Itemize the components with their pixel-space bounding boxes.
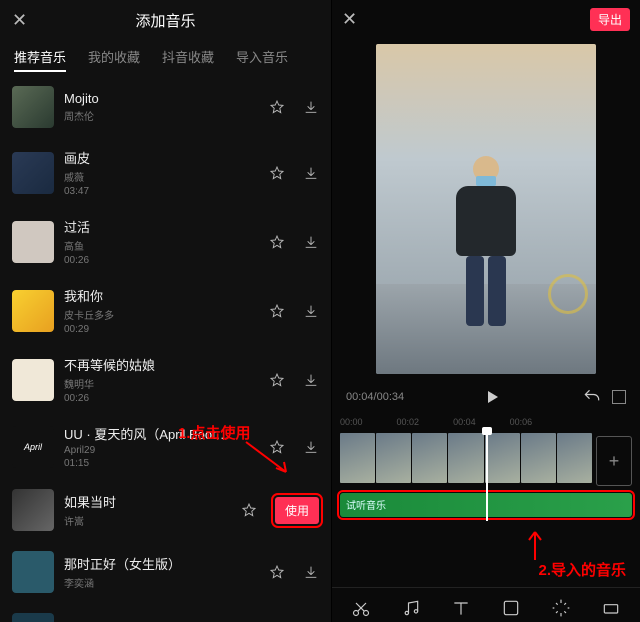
track-meta: 我和你皮卡丘多多 00:29 (64, 286, 269, 335)
editor-panel: ✕ 导出 00:04/00:34 00:00 00:02 00:04 00:06 (332, 0, 640, 622)
track-duration: 00:26 (64, 393, 269, 404)
track-row[interactable]: April UU · 夏天的风（April Boot… April29 01:15 (0, 414, 331, 479)
track-list: Mojito 周杰伦画皮戚薇 03:47 过活高鱼 00:26 我和你皮卡丘多多 00:29… (0, 76, 331, 622)
download-icon[interactable] (303, 439, 319, 455)
download-icon[interactable] (303, 564, 319, 580)
tab-recommended[interactable]: 推荐音乐 (14, 47, 66, 72)
panel-title: 添加音乐 (30, 10, 301, 31)
star-icon[interactable] (269, 439, 285, 455)
star-icon[interactable] (241, 502, 257, 518)
track-cover (12, 86, 54, 128)
download-icon[interactable] (303, 165, 319, 181)
preview-area (332, 39, 640, 379)
track-row[interactable]: 一千零一次我爱你 (0, 603, 331, 622)
tab-douyin-fav[interactable]: 抖音收藏 (162, 47, 214, 72)
bottom-toolbar (332, 587, 640, 622)
track-artist: 皮卡丘多多 (64, 307, 269, 322)
track-title: 不再等候的姑娘 (64, 355, 269, 374)
track-row[interactable]: 不再等候的姑娘魏明华 00:26 (0, 345, 331, 414)
track-cover (12, 152, 54, 194)
playback-bar: 00:04/00:34 (332, 379, 640, 415)
track-meta: 过活高鱼 00:26 (64, 217, 269, 266)
star-icon[interactable] (269, 303, 285, 319)
music-panel: ✕ 添加音乐 推荐音乐 我的收藏 抖音收藏 导入音乐 Mojito 周杰伦画皮戚薇… (0, 0, 332, 622)
track-artist: 许嵩 (64, 513, 241, 528)
track-cover: April (12, 426, 54, 468)
music-header: ✕ 添加音乐 (0, 0, 331, 41)
track-meta: 如果当时许嵩 (64, 492, 241, 528)
track-meta: 不再等候的姑娘魏明华 00:26 (64, 355, 269, 404)
cut-icon[interactable] (351, 598, 371, 618)
add-clip-button[interactable]: + (596, 436, 632, 486)
download-icon[interactable] (303, 234, 319, 250)
undo-icon[interactable] (582, 387, 602, 407)
tab-import[interactable]: 导入音乐 (236, 47, 288, 72)
star-icon[interactable] (269, 372, 285, 388)
back-icon[interactable]: ✕ (342, 9, 360, 30)
track-meta: 那时正好（女生版） 李奕涵 (64, 554, 269, 590)
track-duration: 00:26 (64, 255, 269, 266)
download-icon[interactable] (303, 303, 319, 319)
track-cover (12, 489, 54, 531)
track-artist: 高鱼 (64, 238, 269, 253)
export-button[interactable]: 导出 (590, 8, 630, 31)
track-cover (12, 551, 54, 593)
track-title: 那时正好（女生版） (64, 554, 269, 573)
track-meta: 画皮戚薇 03:47 (64, 148, 269, 197)
track-row[interactable]: 那时正好（女生版） 李奕涵 (0, 541, 331, 603)
music-icon[interactable] (401, 598, 421, 618)
sticker-icon[interactable] (501, 598, 521, 618)
track-title: 画皮 (64, 148, 269, 167)
fullscreen-icon[interactable] (612, 390, 626, 404)
track-artist: 李奕涵 (64, 575, 269, 590)
star-icon[interactable] (269, 99, 285, 115)
track-title: 我和你 (64, 286, 269, 305)
download-icon[interactable] (303, 372, 319, 388)
timeline[interactable]: + 试听音乐 (332, 429, 640, 521)
close-icon[interactable]: ✕ (12, 10, 30, 31)
track-title: UU · 夏天的风（April Boot… (64, 424, 269, 443)
playhead[interactable] (486, 429, 488, 521)
tab-favorites[interactable]: 我的收藏 (88, 47, 140, 72)
track-title: 如果当时 (64, 492, 241, 511)
track-duration: 01:15 (64, 458, 269, 469)
track-cover (12, 290, 54, 332)
track-title: Mojito (64, 91, 269, 106)
track-cover (12, 613, 54, 622)
use-button[interactable]: 使用 (275, 497, 319, 524)
star-icon[interactable] (269, 234, 285, 250)
text-icon[interactable] (451, 598, 471, 618)
track-duration: 03:47 (64, 186, 269, 197)
track-title: 过活 (64, 217, 269, 236)
annotation-2: 2.导入的音乐 (538, 559, 626, 580)
play-icon[interactable] (488, 391, 498, 403)
track-artist: 魏明华 (64, 376, 269, 391)
track-row[interactable]: Mojito 周杰伦 (0, 76, 331, 138)
track-duration: 00:29 (64, 324, 269, 335)
video-preview[interactable] (376, 44, 596, 374)
music-tabs: 推荐音乐 我的收藏 抖音收藏 导入音乐 (0, 41, 331, 76)
download-icon[interactable] (303, 99, 319, 115)
track-artist: 周杰伦 (64, 108, 269, 123)
track-meta: Mojito 周杰伦 (64, 91, 269, 123)
track-row[interactable]: 过活高鱼 00:26 (0, 207, 331, 276)
more-icon[interactable] (601, 598, 621, 618)
video-clip[interactable] (340, 433, 592, 483)
track-row[interactable]: 画皮戚薇 03:47 (0, 138, 331, 207)
track-artist: April29 (64, 445, 269, 456)
star-icon[interactable] (269, 165, 285, 181)
effects-icon[interactable] (551, 598, 571, 618)
star-icon[interactable] (269, 564, 285, 580)
track-row[interactable]: 如果当时许嵩 使用 (0, 479, 331, 541)
track-meta: UU · 夏天的风（April Boot… April29 01:15 (64, 424, 269, 469)
track-cover (12, 359, 54, 401)
track-row[interactable]: 我和你皮卡丘多多 00:29 (0, 276, 331, 345)
editor-header: ✕ 导出 (332, 0, 640, 39)
time-display: 00:04/00:34 (346, 391, 404, 403)
track-artist: 戚薇 (64, 169, 269, 184)
track-cover (12, 221, 54, 263)
